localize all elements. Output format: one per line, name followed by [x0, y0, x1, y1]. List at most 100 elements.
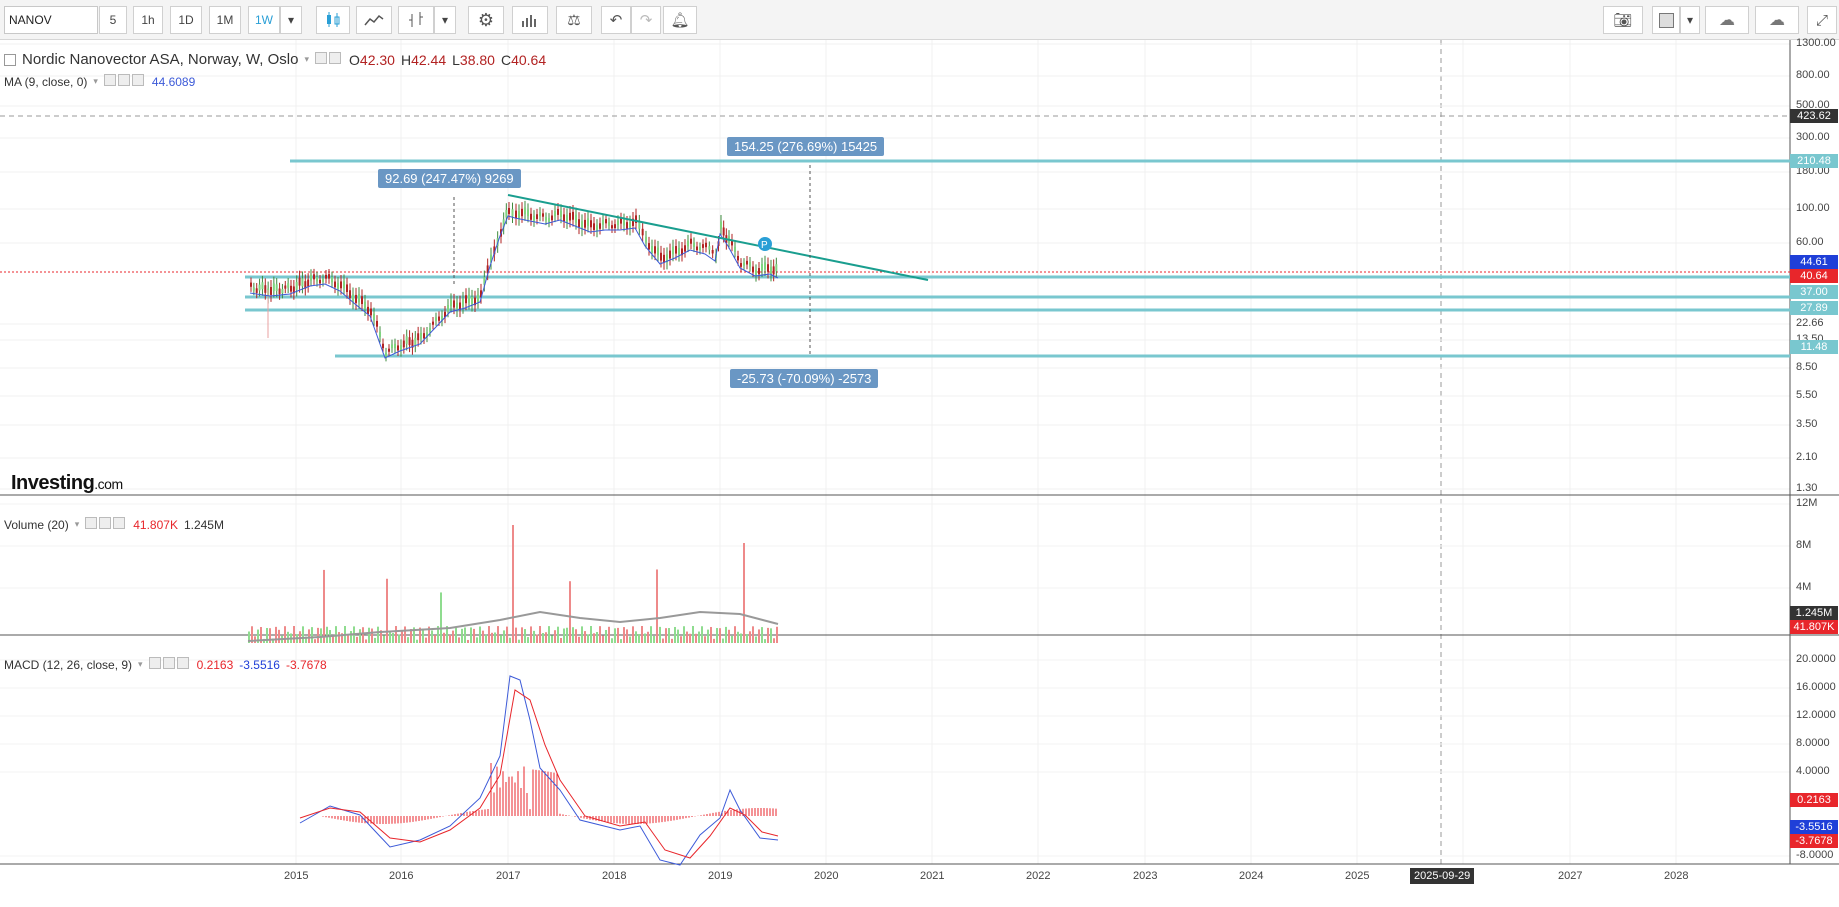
volume-bar [662, 638, 664, 643]
macd-tag: -3.7678 [1790, 834, 1838, 848]
interval-1w-button[interactable]: 1W [248, 6, 280, 34]
volume-bar [509, 637, 511, 643]
layout-dropdown-button[interactable]: ▾ [1680, 6, 1700, 34]
volume-bar [692, 626, 694, 643]
candle-body [611, 225, 613, 229]
measurement-label-2[interactable]: 154.25 (276.69%) 15425 [727, 137, 885, 156]
chevron-down-icon[interactable]: ▾ [93, 76, 98, 87]
axis-label: 100.00 [1796, 202, 1830, 214]
histogram-icon [522, 15, 536, 27]
camera-icon: 📷︎ [1613, 12, 1633, 29]
candle-body [358, 294, 360, 303]
candle-body [252, 287, 255, 291]
cloud-download-icon: ☁ [1719, 12, 1735, 29]
volume-bar [545, 632, 547, 643]
candle-body [361, 296, 363, 305]
volume-bar [398, 634, 400, 643]
volume-bar [563, 628, 565, 643]
volume-bar [578, 636, 580, 643]
candle-body [749, 262, 751, 267]
axis-label: 300.00 [1796, 131, 1830, 143]
volume-bar [377, 626, 379, 643]
candle-body [702, 244, 704, 248]
indicators-button[interactable] [356, 6, 392, 34]
drawings[interactable]: P [453, 165, 929, 356]
candle-body [620, 218, 622, 224]
candle-body [654, 246, 656, 254]
candle-body [394, 343, 396, 349]
axis-label: 60.00 [1796, 236, 1824, 248]
templates-button[interactable] [512, 6, 548, 34]
volume-bar [689, 633, 691, 643]
interval-1h-button[interactable]: 1h [133, 6, 163, 34]
axis-label: 16.0000 [1796, 681, 1836, 693]
candle-body [693, 242, 695, 247]
volume-bar [560, 637, 562, 643]
candle-body [429, 327, 431, 332]
volume-bar [590, 626, 592, 643]
legend-buttons[interactable] [148, 657, 191, 672]
undo-button[interactable]: ↶ [601, 6, 631, 34]
volume-bar [650, 626, 652, 643]
candle-body [761, 264, 763, 271]
redo-button[interactable]: ↷ [631, 6, 661, 34]
volume-bar [554, 630, 556, 643]
candle-body [746, 260, 748, 265]
screenshot-button[interactable]: 📷︎ [1603, 6, 1643, 34]
candles-button[interactable] [316, 6, 350, 34]
volume-bar [728, 629, 730, 643]
settings-button[interactable]: ⚙ [468, 6, 504, 34]
candle-body [524, 207, 526, 215]
candle-body [690, 238, 692, 244]
chevron-down-icon[interactable]: ▾ [75, 519, 80, 530]
volume-bar [494, 632, 496, 643]
legend-buttons[interactable] [85, 517, 127, 532]
interval-5-button[interactable]: 5 [99, 6, 127, 34]
time-label: 2016 [389, 870, 414, 882]
chevron-down-icon[interactable]: ▾ [138, 659, 143, 670]
balance-button[interactable]: ⚖ [556, 6, 592, 34]
compare-dropdown-button[interactable]: ▾ [434, 6, 456, 34]
fullscreen-button[interactable]: ⤢ [1807, 6, 1837, 34]
volume-bar [659, 626, 661, 643]
load-cloud-button[interactable]: ☁ [1705, 6, 1749, 34]
candle-body [453, 300, 455, 308]
axis-label: 5.50 [1796, 389, 1818, 401]
volume-bar [605, 629, 607, 643]
measurement-label-1[interactable]: 92.69 (247.47%) 9269 [378, 169, 521, 188]
interval-1d-button[interactable]: 1D [170, 6, 202, 34]
candle-body [584, 219, 586, 228]
legend-buttons[interactable] [103, 74, 146, 89]
candle-body [734, 246, 736, 252]
symbol-input[interactable]: NANOV [4, 6, 98, 34]
volume-bar [338, 632, 340, 643]
volume-bar [722, 638, 724, 643]
macd-legend: MACD (12, 26, close, 9) ▾ 0.2163 -3.5516… [4, 657, 327, 672]
collapse-icon[interactable] [4, 53, 16, 66]
measurement-label-3[interactable]: -25.73 (-70.09%) -2573 [730, 369, 879, 388]
chevron-down-icon: ▾ [287, 13, 295, 27]
candle-body [548, 218, 550, 223]
volume-bar [581, 626, 583, 643]
chart-area[interactable]: P [0, 40, 1839, 907]
volume-bar [596, 631, 598, 643]
candle-body [264, 285, 267, 293]
candle-body [764, 262, 766, 270]
chevron-down-icon[interactable]: ▾ [304, 54, 309, 65]
alert-button[interactable]: 🔔︎ [663, 6, 697, 34]
volume-tag: 41.807K [1790, 620, 1838, 634]
candle-body [590, 220, 592, 228]
candle-body [438, 316, 440, 321]
save-cloud-button[interactable]: ☁ [1755, 6, 1799, 34]
volume-bar [416, 639, 418, 643]
layout-button[interactable] [1652, 6, 1680, 34]
candle-body [337, 283, 339, 290]
candle-body [340, 281, 342, 289]
candle-body [599, 223, 601, 229]
time-label: 2024 [1239, 870, 1264, 882]
interval-1m-button[interactable]: 1M [209, 6, 241, 34]
legend-buttons[interactable] [315, 51, 343, 68]
candle-body [298, 277, 301, 286]
interval-dropdown-button[interactable]: ▾ [280, 6, 302, 34]
compare-button[interactable] [398, 6, 434, 34]
